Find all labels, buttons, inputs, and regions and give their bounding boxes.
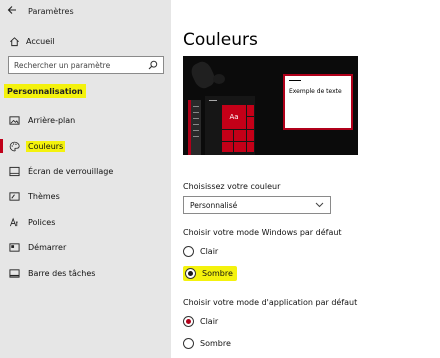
back-arrow-icon[interactable] [0,5,24,18]
taskbar-icon [8,267,20,279]
sidebar-item-label: Couleurs [26,140,66,152]
preview-window: Exemple de texte [283,74,353,130]
app-mode-dark-radio[interactable]: Sombre [183,338,231,349]
sidebar-item-background[interactable]: Arrière-plan [0,108,171,133]
app-mode-light-radio[interactable]: Clair [183,316,218,327]
preview-tile [234,142,246,152]
preview-taskbar-item [193,130,199,131]
preview-tile [247,142,254,152]
highlight: Sombre [183,266,237,281]
preview-accent-bar [188,100,191,155]
windows-mode-label: Choisir votre mode Windows par défaut [183,228,342,237]
windows-mode-light-radio[interactable]: Clair [183,246,218,257]
radio-label: Sombre [202,269,233,278]
windows-mode-dark-radio[interactable]: Sombre [183,266,237,281]
preview-start-line [209,100,217,101]
app-mode-label: Choisir votre mode d'application par déf… [183,298,358,307]
brush-icon [8,191,20,203]
sidebar-item-taskbar[interactable]: Barre des tâches [0,260,171,285]
sidebar-item-label: Polices [28,217,56,227]
preview-taskbar-item [193,124,199,125]
preview-tile [234,130,246,141]
sidebar-item-start[interactable]: Démarrer [0,235,171,260]
sidebar-item-themes[interactable]: Thèmes [0,184,171,209]
color-choice-label: Choisissez votre couleur [183,182,281,191]
chevron-down-icon [315,201,324,210]
search-icon[interactable] [146,58,160,72]
picture-icon [8,115,20,127]
sidebar-item-lock-screen[interactable]: Écran de verrouillage [0,159,171,184]
sidebar-nav: Arrière-plan Couleurs Écran de verrouill… [0,108,171,286]
color-select[interactable]: Personnalisé [183,196,331,214]
window-title: Paramètres [28,6,74,16]
preview-wallpaper-shape [213,74,225,84]
preview-taskbar-item [193,118,199,119]
radio-label: Sombre [200,339,231,348]
start-icon [8,242,20,254]
preview-taskbar-item [193,112,199,113]
sidebar-item-label: Démarrer [28,243,67,253]
theme-preview: Aa Exemple de texte [183,56,358,155]
sidebar-item-label: Écran de verrouillage [28,166,114,176]
sidebar-item-label: Thèmes [28,192,60,202]
radio-button-selected[interactable] [183,316,194,327]
sidebar-item-fonts[interactable]: Polices [0,210,171,235]
radio-label: Clair [200,247,219,256]
lock-screen-icon [8,165,20,177]
preview-tile [222,142,233,152]
sidebar-item-label: Barre des tâches [28,268,96,278]
sidebar-item-colors[interactable]: Couleurs [0,133,171,158]
preview-sample-text: Exemple de texte [289,88,342,95]
preview-wallpaper-shape [188,58,218,92]
sidebar-item-label: Arrière-plan [28,116,76,126]
page-title: Couleurs [183,30,258,50]
radio-label: Clair [200,317,219,326]
preview-tile [222,130,233,141]
preview-tile [247,130,254,141]
fonts-icon [8,216,20,228]
preview-window-line [289,80,301,81]
preview-taskbar-item [193,106,199,107]
sidebar-item-label: Accueil [26,36,55,46]
radio-button[interactable] [183,338,194,349]
sidebar-item-home[interactable]: Accueil [8,35,55,47]
preview-taskbar-item [193,136,199,137]
preview-tile-large: Aa [222,105,246,129]
search-input[interactable]: Rechercher un paramètre [8,56,164,74]
radio-button-selected[interactable] [185,268,196,279]
main-content: Couleurs Aa Exemple de texte Choisissez … [171,0,440,358]
search-placeholder: Rechercher un paramètre [14,60,111,70]
section-title: Personnalisation [4,84,86,98]
radio-button[interactable] [183,246,194,257]
color-select-value: Personnalisé [190,200,238,210]
preview-tile [247,105,254,116]
home-icon [8,35,20,47]
preview-tile [247,117,254,129]
title-bar: Paramètres [0,0,171,22]
palette-icon [8,140,20,152]
sidebar: Paramètres Accueil Rechercher un paramèt… [0,0,171,358]
